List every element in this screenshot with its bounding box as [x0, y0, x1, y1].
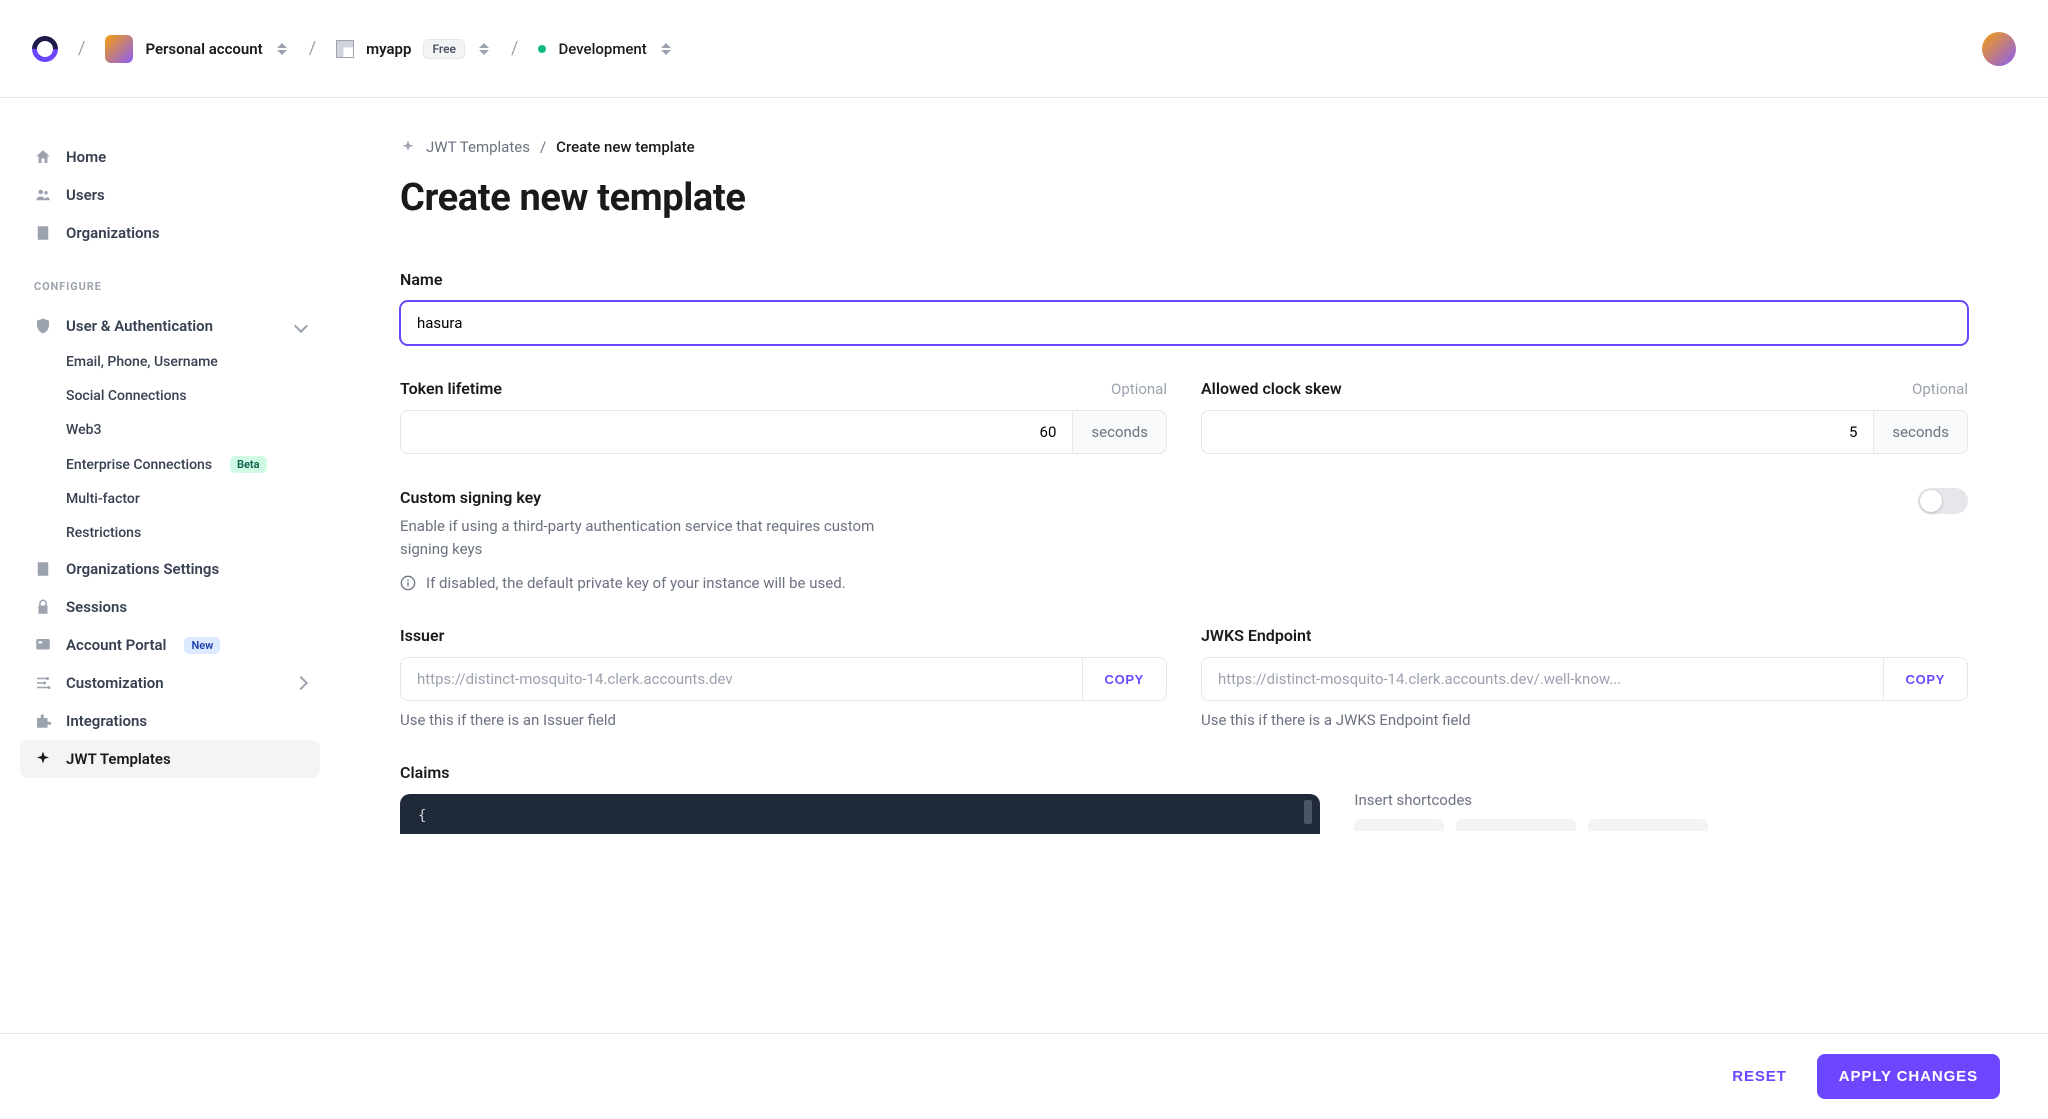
building-icon	[34, 560, 52, 578]
jwks-label: JWKS Endpoint	[1201, 626, 1311, 645]
signing-hint: If disabled, the default private key of …	[426, 574, 846, 592]
signing-label: Custom signing key	[400, 488, 1878, 507]
action-bar: RESET APPLY CHANGES	[0, 1033, 2048, 1119]
clerk-logo[interactable]	[27, 30, 64, 67]
sidebar-item-label: Customization	[66, 674, 164, 692]
sidebar-subitem-web3[interactable]: Web3	[66, 413, 320, 447]
sidebar-item-sessions[interactable]: Sessions	[20, 588, 320, 626]
breadcrumb: JWT Templates / Create new template	[400, 138, 1968, 156]
lock-icon	[34, 598, 52, 616]
info-icon	[400, 575, 416, 591]
sliders-icon	[34, 674, 52, 692]
issuer-label: Issuer	[400, 626, 444, 645]
apply-changes-button[interactable]: APPLY CHANGES	[1817, 1054, 2000, 1099]
env-label: Development	[558, 40, 646, 58]
configure-heading: CONFIGURE	[20, 280, 320, 307]
chevron-updown-icon	[659, 40, 673, 58]
users-icon	[34, 186, 52, 204]
shortcode-button[interactable]	[1456, 819, 1576, 831]
breadcrumb-current: Create new template	[556, 138, 695, 156]
sidebar-item-organizations[interactable]: Organizations	[20, 214, 320, 252]
skew-unit: seconds	[1874, 410, 1968, 454]
top-bar: / Personal account / myapp Free / Develo…	[0, 0, 2048, 98]
sidebar-item-org-settings[interactable]: Organizations Settings	[20, 550, 320, 588]
app-icon	[336, 40, 354, 58]
signing-toggle[interactable]	[1918, 488, 1968, 514]
breadcrumb-parent[interactable]: JWT Templates	[426, 138, 530, 156]
home-icon	[34, 148, 52, 166]
app-name: myapp	[366, 40, 411, 58]
claims-label: Claims	[400, 763, 450, 782]
sidebar-item-jwt-templates[interactable]: JWT Templates	[20, 740, 320, 778]
separator: /	[309, 38, 316, 59]
jwks-help: Use this if there is a JWKS Endpoint fie…	[1201, 711, 1968, 729]
beta-badge: Beta	[230, 456, 267, 473]
status-dot-icon	[538, 45, 546, 53]
sidebar-item-label: JWT Templates	[66, 750, 171, 768]
sidebar-subitem-social[interactable]: Social Connections	[66, 379, 320, 413]
sparkle-icon	[400, 139, 416, 155]
name-label: Name	[400, 270, 442, 289]
jwks-copy-button[interactable]: COPY	[1884, 657, 1968, 701]
new-badge: New	[184, 637, 220, 654]
user-avatar[interactable]	[1982, 32, 2016, 66]
sidebar-item-customization[interactable]: Customization	[20, 664, 320, 702]
chevron-down-icon	[294, 319, 308, 333]
issuer-copy-button[interactable]: COPY	[1083, 657, 1167, 701]
separator: /	[511, 38, 518, 59]
plan-badge: Free	[423, 39, 465, 59]
chevron-right-icon	[294, 676, 308, 690]
sidebar-item-label: Home	[66, 148, 106, 166]
page-title: Create new template	[400, 176, 1968, 220]
sidebar-item-users[interactable]: Users	[20, 176, 320, 214]
lifetime-input[interactable]	[400, 410, 1073, 454]
sidebar-subitem-enterprise[interactable]: Enterprise Connections Beta	[66, 447, 320, 482]
claims-editor[interactable]: {	[400, 794, 1320, 834]
chevron-updown-icon	[477, 40, 491, 58]
sidebar-item-integrations[interactable]: Integrations	[20, 702, 320, 740]
signing-desc: Enable if using a third-party authentica…	[400, 515, 920, 560]
account-switcher[interactable]: Personal account	[105, 35, 288, 63]
shortcode-button[interactable]	[1588, 819, 1708, 831]
issuer-help: Use this if there is an Issuer field	[400, 711, 1167, 729]
separator: /	[78, 38, 85, 59]
chevron-updown-icon	[275, 40, 289, 58]
name-input[interactable]	[400, 301, 1968, 345]
building-icon	[34, 224, 52, 242]
sidebar-item-user-auth[interactable]: User & Authentication	[20, 307, 320, 345]
puzzle-icon	[34, 712, 52, 730]
optional-hint: Optional	[1111, 380, 1167, 398]
reset-button[interactable]: RESET	[1726, 1067, 1793, 1086]
shield-icon	[34, 317, 52, 335]
sidebar-item-label: User & Authentication	[66, 317, 213, 335]
optional-hint: Optional	[1912, 380, 1968, 398]
skew-label: Allowed clock skew	[1201, 379, 1342, 398]
sidebar-item-label: Account Portal	[66, 636, 166, 654]
sidebar-item-label: Sessions	[66, 598, 127, 616]
sidebar-subitem-multifactor[interactable]: Multi-factor	[66, 482, 320, 516]
sidebar-subitem-email-phone[interactable]: Email, Phone, Username	[66, 345, 320, 379]
skew-input[interactable]	[1201, 410, 1874, 454]
sidebar-item-home[interactable]: Home	[20, 138, 320, 176]
main-content: JWT Templates / Create new template Crea…	[340, 98, 2048, 1119]
jwks-input[interactable]	[1201, 657, 1884, 701]
account-label: Personal account	[145, 40, 262, 58]
shortcodes-label: Insert shortcodes	[1354, 791, 1968, 809]
sidebar-item-account-portal[interactable]: Account Portal New	[20, 626, 320, 664]
sparkle-icon	[34, 750, 52, 768]
account-avatar	[105, 35, 133, 63]
sidebar-item-label: Organizations	[66, 224, 160, 242]
lifetime-label: Token lifetime	[400, 379, 502, 398]
lifetime-unit: seconds	[1073, 410, 1167, 454]
sidebar: Home Users Organizations CONFIGURE User …	[0, 98, 340, 1119]
sidebar-item-label: Organizations Settings	[66, 560, 219, 578]
sidebar-item-label: Integrations	[66, 712, 147, 730]
app-switcher[interactable]: myapp Free	[336, 39, 491, 59]
issuer-input[interactable]	[400, 657, 1083, 701]
env-switcher[interactable]: Development	[538, 40, 672, 58]
portal-icon	[34, 636, 52, 654]
shortcode-button[interactable]	[1354, 819, 1444, 831]
sidebar-item-label: Users	[66, 186, 105, 204]
sidebar-subitem-restrictions[interactable]: Restrictions	[66, 516, 320, 550]
